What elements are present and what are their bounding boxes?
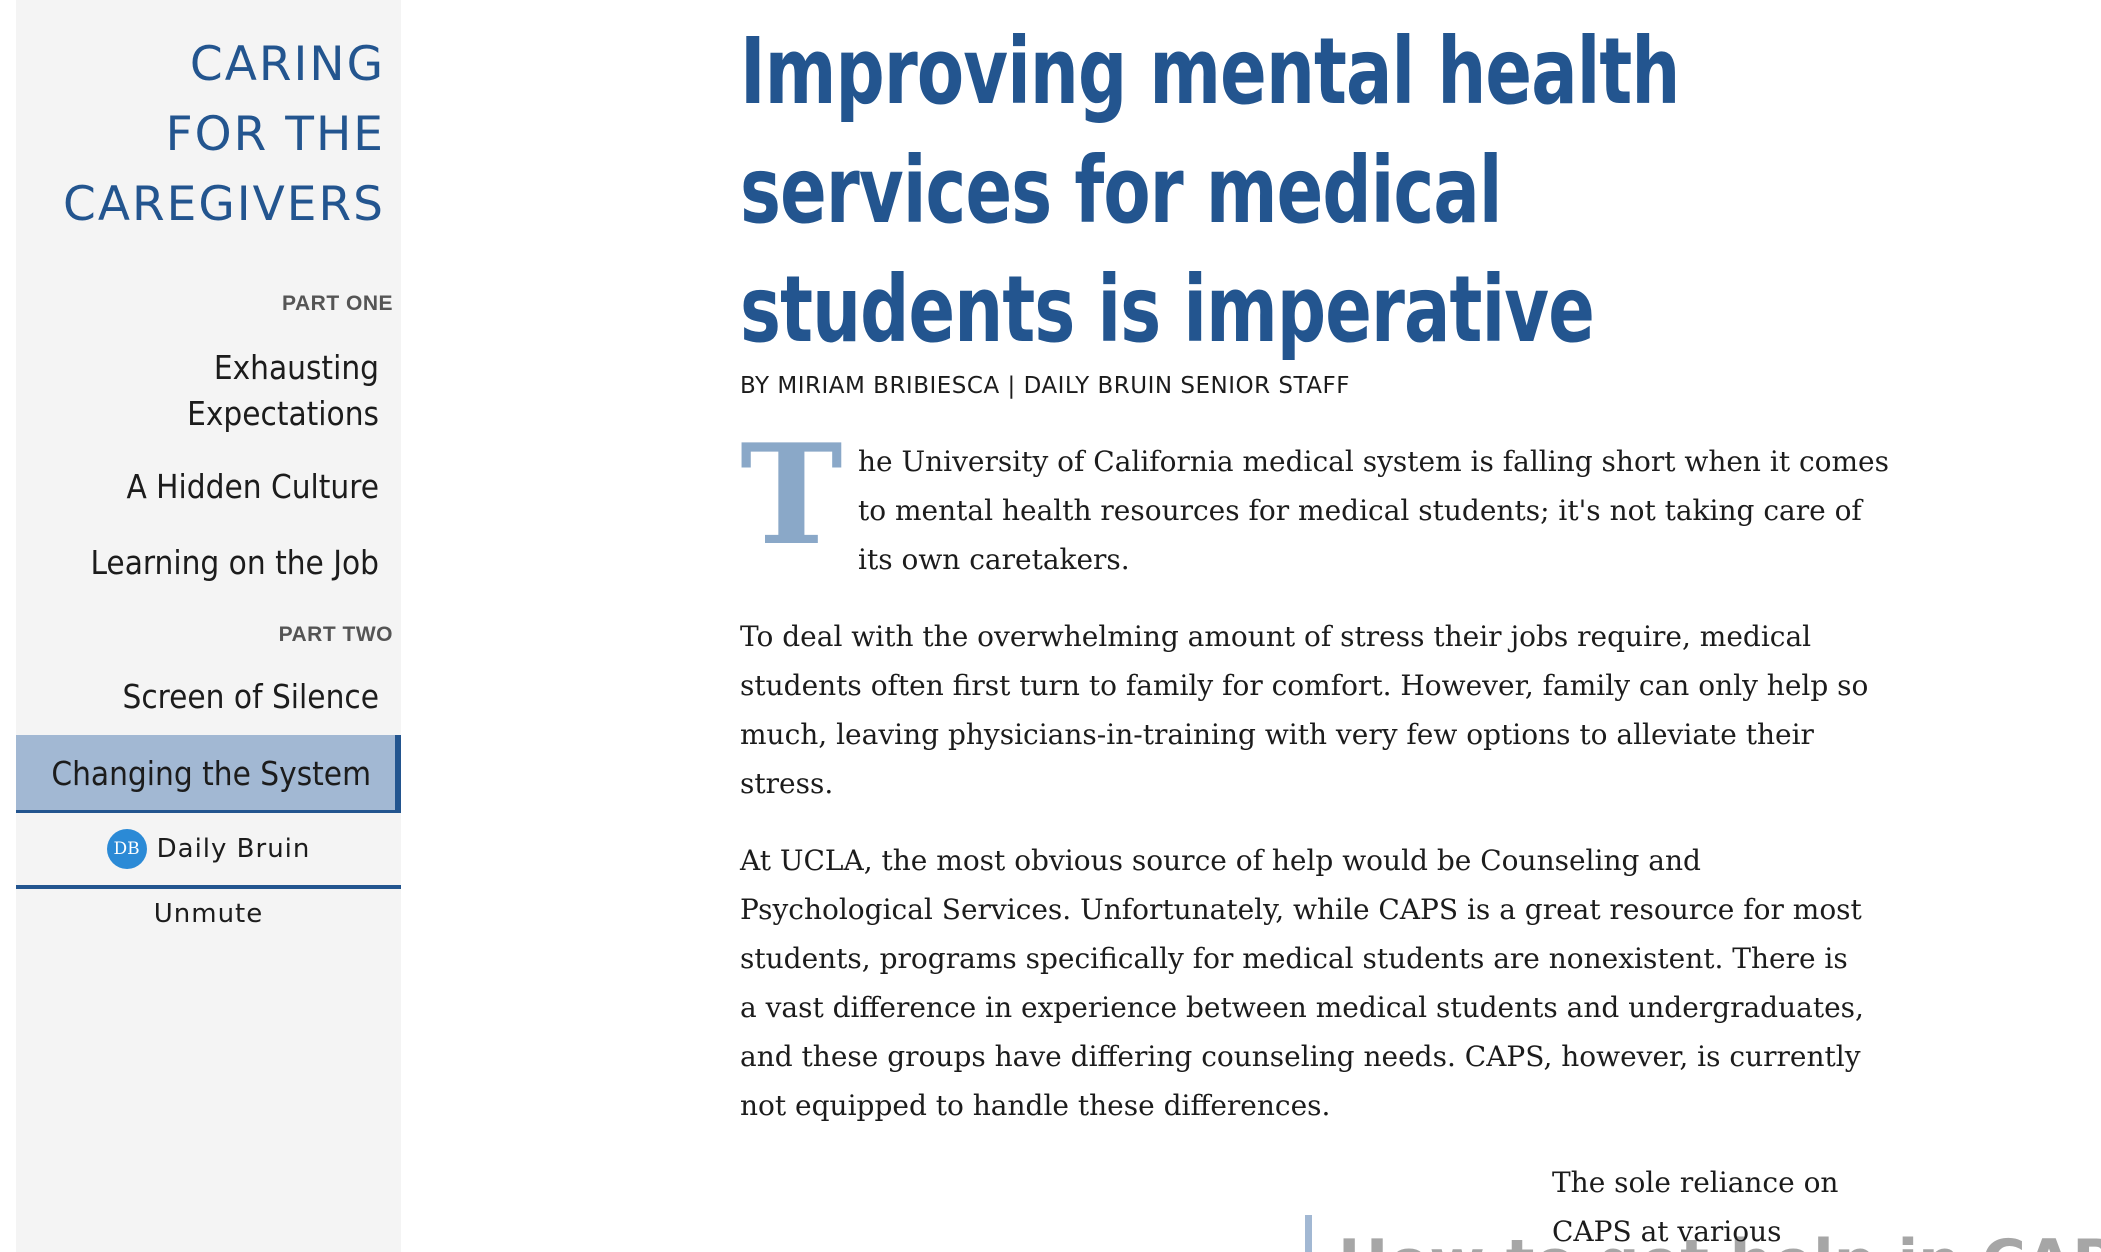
sidebar-item-exhausting-expectations[interactable]: Exhausting Expectations xyxy=(119,345,379,437)
site-title[interactable]: CARING FOR THE CAREGIVERS xyxy=(25,30,385,240)
sidebar-item-changing-the-system[interactable]: Changing the System xyxy=(16,735,401,813)
article-paragraph-3: At UCLA, the most obvious source of help… xyxy=(740,844,1864,1122)
daily-bruin-name: Daily Bruin xyxy=(156,834,311,864)
unmute-button[interactable]: Unmute xyxy=(16,892,401,936)
article-headline: Improving mental health services for med… xyxy=(740,18,1680,363)
sidebar-item-learning-on-the-job[interactable]: Learning on the Job xyxy=(90,540,379,586)
article-paragraph-1: he University of California medical syst… xyxy=(858,445,1889,576)
daily-bruin-logo-icon: DB xyxy=(106,829,147,869)
daily-bruin-link[interactable]: DB Daily Bruin xyxy=(16,813,401,889)
drop-cap: T xyxy=(740,413,843,576)
pull-quote-bar xyxy=(1305,1215,1312,1252)
sidebar-nav: CARING FOR THE CAREGIVERS PART ONE Exhau… xyxy=(16,0,401,1252)
part-one-label: PART ONE xyxy=(282,292,393,315)
sidebar-item-screen-of-silence[interactable]: Screen of Silence xyxy=(122,674,379,720)
sidebar-item-a-hidden-culture[interactable]: A Hidden Culture xyxy=(126,464,379,510)
part-two-label: PART TWO xyxy=(278,623,393,646)
article-byline: BY MIRIAM BRIBIESCA | DAILY BRUIN SENIOR… xyxy=(740,373,1350,399)
article-paragraph-4: The sole reliance on CAPS at various xyxy=(1552,1166,1839,1248)
site-title-line-3: CAREGIVERS xyxy=(63,177,385,232)
article-paragraph-2: To deal with the overwhelming amount of … xyxy=(740,620,1869,800)
site-title-line-1: CARING xyxy=(189,37,385,92)
site-title-line-2: FOR THE xyxy=(165,107,385,162)
